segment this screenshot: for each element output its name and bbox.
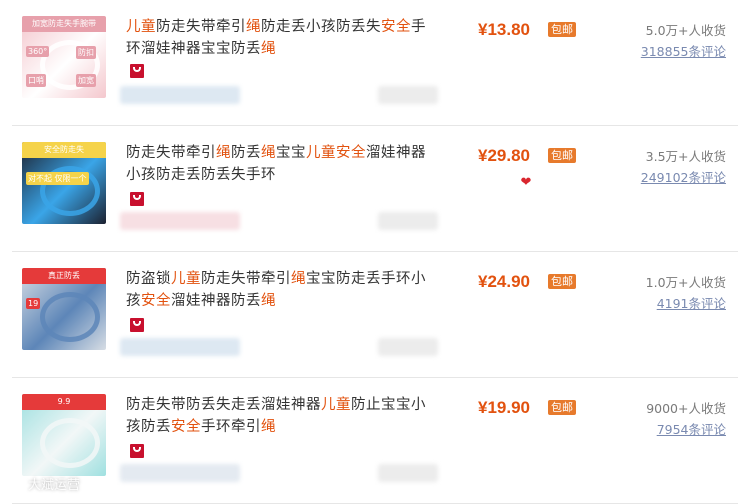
title-text: 防走失带牵引 [126, 145, 216, 161]
review-count-link[interactable]: 318855条评论 [606, 41, 726, 60]
blurred-shop-name [120, 86, 240, 104]
thumbnail-text: 加宽防走失手腕带 [22, 16, 106, 32]
tmall-shop-icon[interactable] [130, 64, 144, 78]
title-keyword: 安全 [381, 19, 411, 35]
blurred-location [378, 86, 438, 104]
title-keyword: 绳 [216, 145, 231, 161]
product-thumbnail[interactable]: 加宽防走失手腕带 360° 口哨 加宽 防扣 [22, 16, 106, 98]
product-row[interactable]: 加宽防走失手腕带 360° 口哨 加宽 防扣 儿童防走失带牵引绳防走丢小孩防丢失安全手环溜… [0, 0, 750, 126]
product-title[interactable]: 防盗锁儿童防走失带牵引绳宝宝防走丢手环小孩安全溜娃神器防丢绳 [126, 268, 431, 312]
blurred-location [378, 212, 438, 230]
tmall-shop-icon[interactable] [130, 192, 144, 206]
buyer-count: 9000+人收货 [646, 401, 726, 416]
product-title[interactable]: 儿童防走失带牵引绳防走丢小孩防丢失安全手环溜娃神器宝宝防丢绳 [126, 16, 431, 60]
blurred-shop-name [120, 464, 240, 482]
thumbnail-text: 9.9 [22, 394, 106, 410]
title-keyword: 儿童 [171, 271, 201, 287]
thumbnail-text: 对不起 仅限一个 [26, 172, 89, 185]
title-keyword: 绳 [261, 145, 276, 161]
blurred-location [378, 464, 438, 482]
thumbnail-text: 19 [26, 298, 41, 309]
watermark-text: 大斌运营 [28, 478, 81, 493]
strap-graphic [40, 292, 100, 342]
product-thumbnail[interactable]: 真正防丢 19 [22, 268, 106, 350]
thumbnail-text: 真正防丢 [22, 268, 106, 284]
blurred-location [378, 338, 438, 356]
buyer-count: 5.0万+人收货 [645, 23, 726, 38]
review-count-link[interactable]: 249102条评论 [606, 167, 726, 186]
review-count-link[interactable]: 7954条评论 [606, 419, 726, 438]
title-keyword: 安全 [171, 419, 201, 435]
title-text: 溜娃神器防丢 [171, 293, 261, 309]
buyer-count: 3.5万+人收货 [645, 149, 726, 164]
review-count-link[interactable]: 4191条评论 [606, 293, 726, 312]
product-row[interactable]: 9.9 防走失带防丢失走丢溜娃神器儿童防止宝宝小孩防丢安全手环牵引绳 ¥19.90 包… [0, 378, 750, 504]
product-price: ¥13.80 [478, 20, 530, 39]
product-price: ¥24.90 [478, 272, 530, 291]
title-text: 防丢 [231, 145, 261, 161]
free-shipping-badge: 包邮 [548, 400, 576, 415]
heart-icon: ❤ [520, 175, 532, 190]
buyer-count: 1.0万+人收货 [645, 275, 726, 290]
blurred-shop-name [120, 338, 240, 356]
thumbnail-text: 加宽 [76, 74, 96, 87]
watermark-icon [10, 478, 24, 493]
title-keyword: 绳 [261, 293, 276, 309]
title-text: 手环牵引 [201, 419, 261, 435]
product-row[interactable]: 真正防丢 19 防盗锁儿童防走失带牵引绳宝宝防走丢手环小孩安全溜娃神器防丢绳 ¥24.… [0, 252, 750, 378]
title-keyword: 儿童 [306, 145, 336, 161]
product-title[interactable]: 防走失带牵引绳防丢绳宝宝儿童安全溜娃神器小孩防走丢防丢失手环 [126, 142, 431, 186]
free-shipping-badge: 包邮 [548, 274, 576, 289]
title-keyword: 儿童 [321, 397, 351, 413]
product-price: ¥19.90 [478, 398, 530, 417]
watermark: 大斌运营 [10, 474, 80, 493]
title-text: 防走丢小孩防丢失 [261, 19, 381, 35]
title-keyword: 安全 [141, 293, 171, 309]
product-row[interactable]: 安全防走失 对不起 仅限一个 防走失带牵引绳防丢绳宝宝儿童安全溜娃神器小孩防走丢防丢… [0, 126, 750, 252]
free-shipping-badge: 包邮 [548, 148, 576, 163]
title-keyword: 绳 [291, 271, 306, 287]
blurred-shop-name [120, 212, 240, 230]
product-list: 加宽防走失手腕带 360° 口哨 加宽 防扣 儿童防走失带牵引绳防走丢小孩防丢失安全手环溜… [0, 0, 750, 504]
thumbnail-text: 安全防走失 [22, 142, 106, 158]
strap-graphic [40, 418, 100, 468]
tmall-shop-icon[interactable] [130, 444, 144, 458]
title-text: 防盗锁 [126, 271, 171, 287]
product-thumbnail[interactable]: 安全防走失对不起 仅限一个 [22, 142, 106, 224]
title-keyword: 绳 [261, 41, 276, 57]
title-text: 宝宝 [276, 145, 306, 161]
tmall-shop-icon[interactable] [130, 318, 144, 332]
thumbnail-text: 防扣 [76, 46, 96, 59]
thumbnail-text: 360° [26, 46, 50, 57]
title-keyword: 儿童 [126, 19, 156, 35]
product-thumbnail[interactable]: 9.9 [22, 394, 106, 476]
product-title[interactable]: 防走失带防丢失走丢溜娃神器儿童防止宝宝小孩防丢安全手环牵引绳 [126, 394, 431, 438]
title-keyword: 安全 [336, 145, 366, 161]
title-text: 防走失带防丢失走丢溜娃神器 [126, 397, 321, 413]
thumbnail-text: 口哨 [26, 74, 46, 87]
title-keyword: 绳 [261, 419, 276, 435]
free-shipping-badge: 包邮 [548, 22, 576, 37]
title-keyword: 绳 [246, 19, 261, 35]
title-text: 防走失带牵引 [201, 271, 291, 287]
product-price: ¥29.80 [478, 146, 530, 165]
title-text: 防走失带牵引 [156, 19, 246, 35]
